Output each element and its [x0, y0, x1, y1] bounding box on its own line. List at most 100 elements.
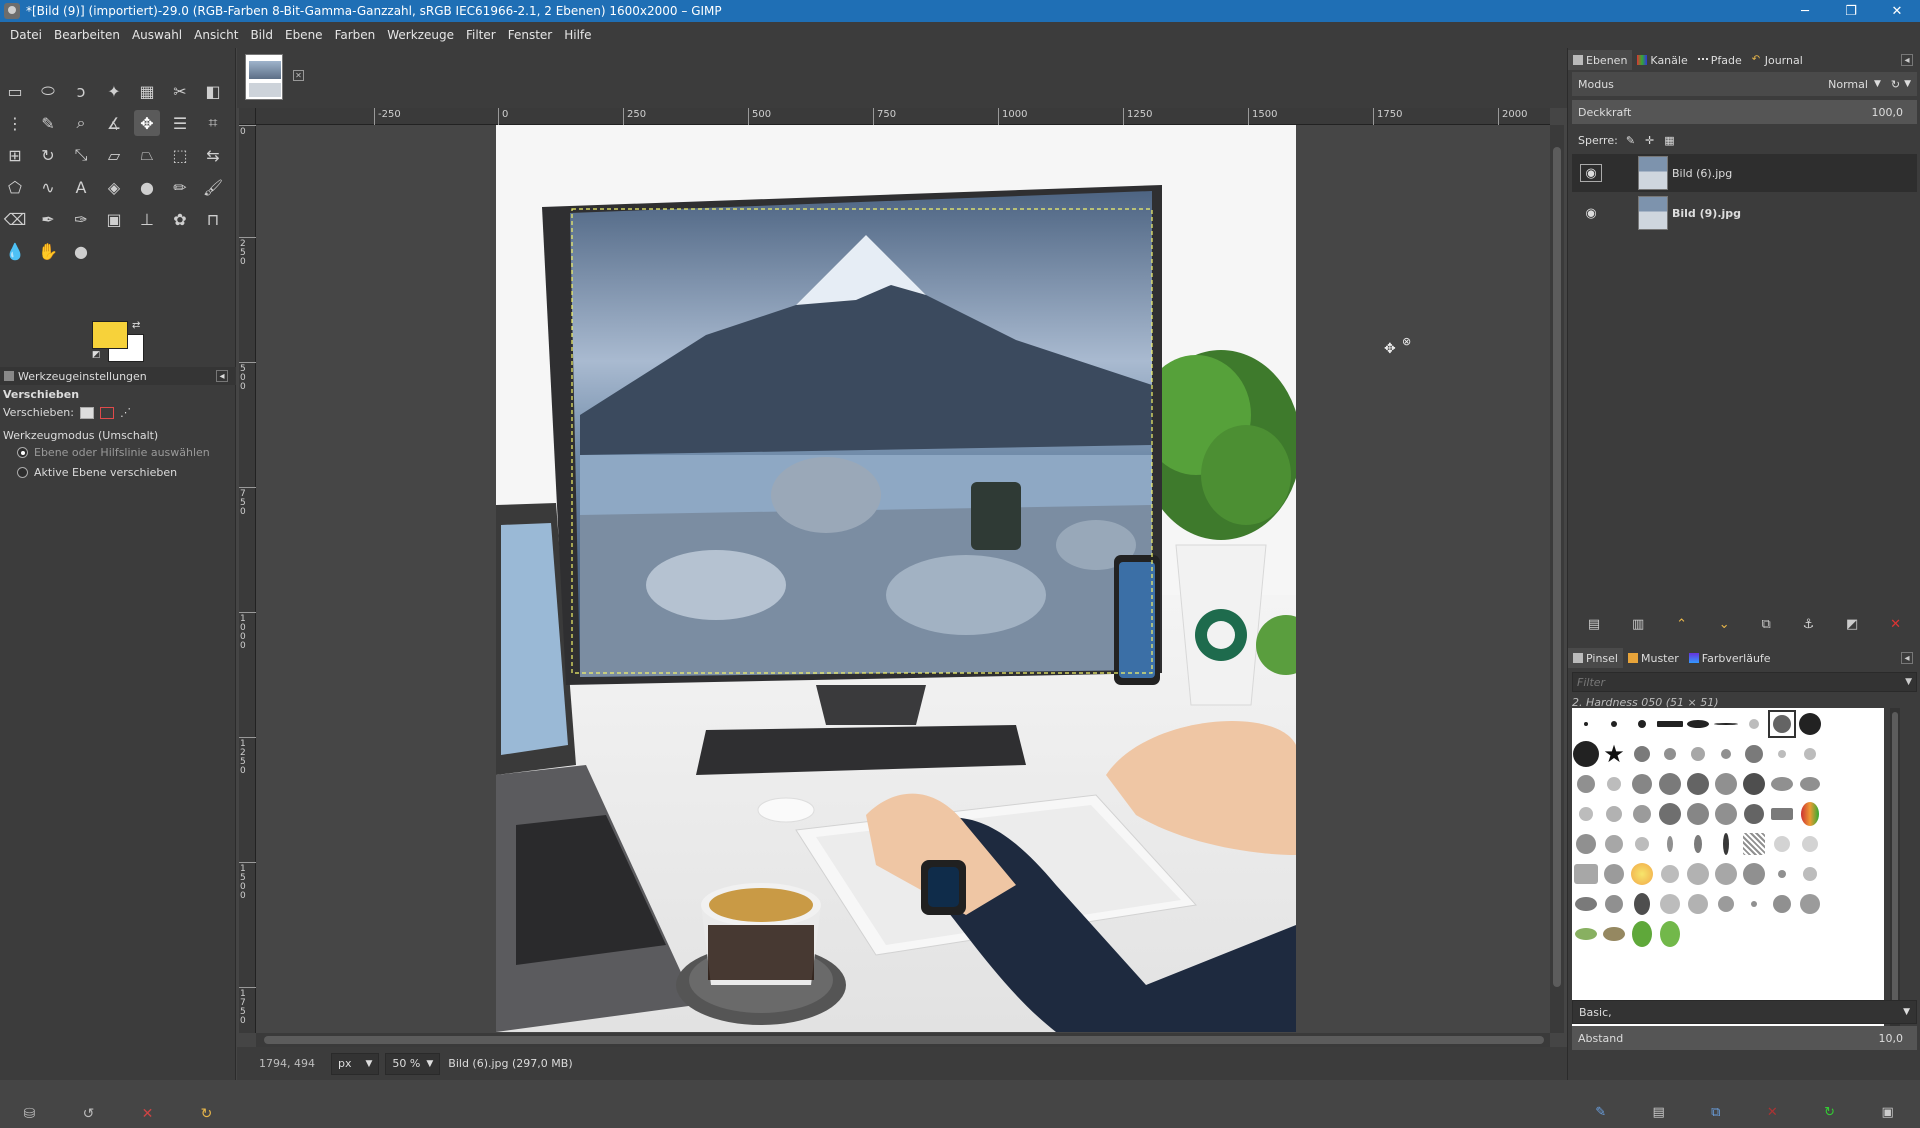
mask-layer-icon[interactable]: ◩ [1846, 617, 1858, 632]
brush-item[interactable] [1628, 830, 1656, 858]
brush-item[interactable] [1600, 860, 1628, 888]
brush-item[interactable] [1740, 710, 1768, 738]
duplicate-layer-icon[interactable]: ⧉ [1761, 617, 1770, 632]
option-move-active[interactable]: Aktive Ebene verschieben [3, 466, 177, 479]
layer-row[interactable]: ◉ Bild (6).jpg [1572, 154, 1917, 192]
tab-brushes[interactable]: Pinsel [1568, 648, 1623, 668]
brush-item[interactable] [1572, 920, 1600, 948]
move-selection-icon[interactable] [99, 406, 114, 419]
restore-options-icon[interactable]: ↺ [83, 1106, 95, 1122]
menu-bild[interactable]: Bild [244, 28, 279, 42]
brush-filter-input[interactable]: Filter ▼ [1572, 672, 1917, 692]
option-pick-layer[interactable]: Ebene oder Hilfslinie auswählen [3, 446, 210, 459]
horizontal-ruler[interactable]: -250 0 250 500 750 1000 1250 1500 1750 2… [256, 108, 1550, 125]
save-options-icon[interactable]: ⛁ [24, 1106, 36, 1122]
brush-item[interactable] [1796, 800, 1824, 828]
brush-item[interactable] [1656, 710, 1684, 738]
tab-patterns[interactable]: Muster [1623, 648, 1684, 668]
tab-journal[interactable]: ↶ Journal [1747, 50, 1808, 70]
brush-item[interactable] [1712, 830, 1740, 858]
close-button[interactable]: ✕ [1874, 0, 1920, 22]
zoom-icon[interactable]: ⌕ [68, 110, 94, 136]
unit-select[interactable]: px ▼ [330, 1052, 380, 1075]
brush-item[interactable] [1712, 800, 1740, 828]
brush-item[interactable] [1684, 740, 1712, 768]
brush-item[interactable] [1796, 890, 1824, 918]
brush-preset-select[interactable]: Basic, ▼ [1572, 1000, 1917, 1024]
brush-item[interactable] [1572, 710, 1600, 738]
raise-layer-icon[interactable]: ⌃ [1676, 617, 1687, 632]
clone-stamp-icon[interactable]: ⊥ [134, 206, 160, 232]
brush-item[interactable] [1796, 710, 1824, 738]
brush-item[interactable] [1796, 740, 1824, 768]
eraser-icon[interactable]: ⌫ [2, 206, 28, 232]
brush-item[interactable] [1572, 740, 1600, 768]
gegl-operation-icon[interactable]: ● [68, 238, 94, 264]
lock-position-icon[interactable]: ✛ [1645, 134, 1654, 147]
menu-ansicht[interactable]: Ansicht [188, 28, 244, 42]
brush-item[interactable] [1572, 830, 1600, 858]
image-canvas[interactable]: ✥ ⊗ [256, 125, 1550, 1033]
anchor-layer-icon[interactable]: ⚓ [1803, 617, 1815, 632]
ink-icon[interactable]: ✑ [68, 206, 94, 232]
dock-menu-arrow-icon[interactable]: ◂ [1901, 54, 1913, 66]
color-picker-icon[interactable]: ✎ [35, 110, 61, 136]
move-tool-icon[interactable]: ✥ [134, 110, 160, 136]
swap-colors-icon[interactable]: ⇄ [132, 320, 140, 331]
foreground-select-icon[interactable]: ◧ [200, 78, 226, 104]
menu-hilfe[interactable]: Hilfe [558, 28, 597, 42]
brush-item[interactable] [1768, 890, 1796, 918]
lock-pixels-icon[interactable]: ✎ [1626, 134, 1635, 147]
brush-item[interactable] [1628, 860, 1656, 888]
dock-menu-arrow-icon[interactable]: ◂ [1901, 652, 1913, 664]
brush-item[interactable] [1656, 830, 1684, 858]
image-content[interactable] [496, 125, 1296, 1032]
brush-item[interactable] [1684, 890, 1712, 918]
refresh-brushes-icon[interactable]: ↻ [1824, 1105, 1835, 1120]
brush-item[interactable] [1712, 860, 1740, 888]
brush-item[interactable] [1600, 800, 1628, 828]
menu-fenster[interactable]: Fenster [502, 28, 559, 42]
crop-icon[interactable]: ⌗ [200, 110, 226, 136]
edit-brush-icon[interactable]: ✎ [1595, 1105, 1606, 1120]
brush-item[interactable] [1600, 890, 1628, 918]
radio-pick-layer[interactable] [17, 447, 28, 458]
3d-transform-icon[interactable]: ⬚ [167, 142, 193, 168]
brush-item[interactable] [1768, 830, 1796, 858]
brush-item-selected[interactable] [1768, 710, 1796, 738]
text-tool-icon[interactable]: A [68, 174, 94, 200]
foreground-color-swatch[interactable] [92, 321, 128, 349]
menu-datei[interactable]: Datei [4, 28, 48, 42]
lasso-icon[interactable]: ↄ [68, 78, 94, 104]
brush-item[interactable] [1572, 800, 1600, 828]
select-by-color-icon[interactable]: ▦ [134, 78, 160, 104]
move-path-icon[interactable]: ⋰ [120, 406, 131, 419]
smudge-icon[interactable]: ✿ [167, 206, 193, 232]
delete-layer-icon[interactable]: ✕ [1890, 617, 1901, 632]
ellipse-select-icon[interactable]: ⬭ [35, 78, 61, 104]
bucket-fill-icon[interactable]: ◈ [101, 174, 127, 200]
spacing-slider[interactable]: Abstand 10,0 [1572, 1026, 1917, 1050]
blur-sharpen-icon[interactable]: 💧 [2, 238, 28, 264]
align-icon[interactable]: ☰ [167, 110, 193, 136]
dodge-burn-icon[interactable]: ⊓ [200, 206, 226, 232]
tool-options-tab[interactable]: Werkzeugeinstellungen ◂ [0, 367, 236, 385]
brush-item[interactable] [1600, 920, 1628, 948]
new-layer-group-icon[interactable]: ▥ [1632, 617, 1644, 632]
quick-mask-toggle[interactable] [239, 108, 256, 125]
tab-gradients[interactable]: Farbverläufe [1684, 648, 1776, 668]
flip-icon[interactable]: ⇆ [200, 142, 226, 168]
paintbrush-icon[interactable]: 🖌 [200, 174, 226, 200]
radio-move-active[interactable] [17, 467, 28, 478]
brush-item[interactable] [1684, 830, 1712, 858]
brush-star-icon[interactable]: ★ [1600, 740, 1628, 768]
brush-item[interactable] [1628, 920, 1656, 948]
brush-item[interactable] [1684, 860, 1712, 888]
visibility-eye-icon[interactable]: ◉ [1580, 204, 1602, 222]
brush-item[interactable] [1572, 890, 1600, 918]
paths-icon[interactable]: ⋮ [2, 110, 28, 136]
brush-item[interactable] [1768, 800, 1796, 828]
brush-item[interactable] [1740, 860, 1768, 888]
mypaint-brush-icon[interactable]: ● [134, 174, 160, 200]
brush-item[interactable] [1684, 800, 1712, 828]
